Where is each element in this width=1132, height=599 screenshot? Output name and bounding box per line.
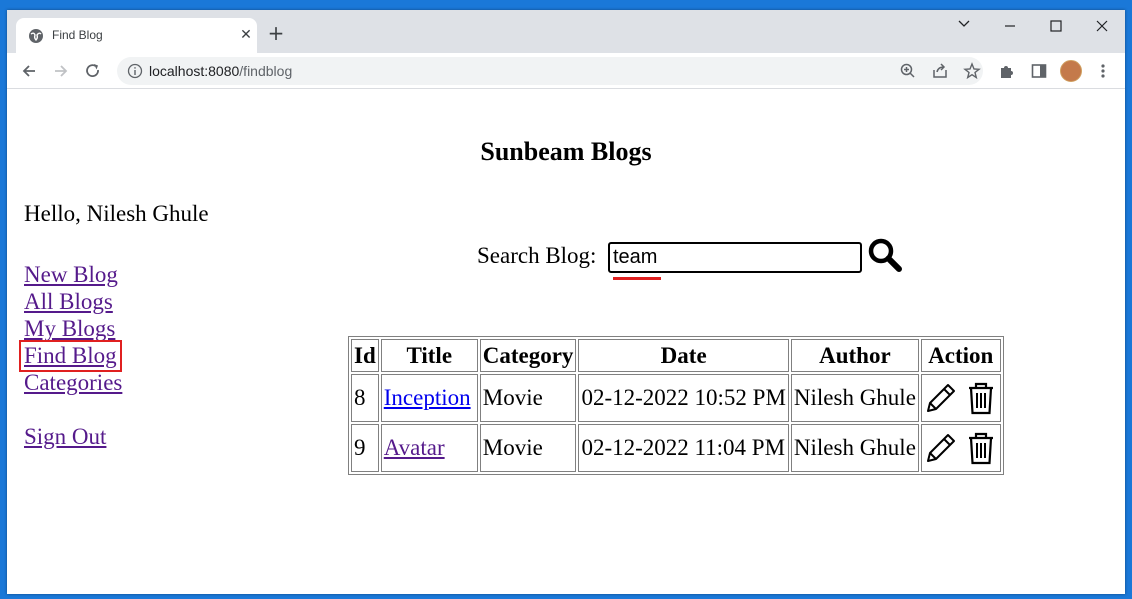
cell-date: 02-12-2022 10:52 PM [578, 374, 789, 422]
blog-title-link[interactable]: Inception [384, 385, 471, 410]
column-header-title: Title [380, 339, 478, 372]
minimize-button[interactable] [987, 10, 1033, 42]
address-bar[interactable]: localhost:8080/findblog [117, 57, 983, 85]
column-header-category: Category [479, 339, 577, 372]
table-header-row: Id Title Category Date Author Action [351, 339, 1001, 372]
forward-arrow-icon[interactable] [52, 62, 70, 80]
cell-id: 9 [351, 424, 379, 472]
column-header-author: Author [790, 339, 919, 372]
globe-icon [29, 29, 43, 43]
cell-category: Movie [479, 374, 577, 422]
trash-icon[interactable] [964, 430, 998, 466]
nav-link-my-blogs[interactable]: My Blogs [24, 316, 115, 342]
column-header-date: Date [578, 339, 789, 372]
maximize-button[interactable] [1033, 10, 1079, 42]
chevron-down-icon [958, 20, 970, 27]
cell-author: Nilesh Ghule [790, 374, 919, 422]
extensions-puzzle-icon[interactable] [998, 62, 1016, 80]
avatar[interactable] [1060, 60, 1082, 82]
greeting-text: Hello, Nilesh Ghule [24, 201, 209, 226]
nav-link-find-blog[interactable]: Find Blog [19, 340, 122, 372]
nav-link-categories[interactable]: Categories [24, 370, 122, 396]
column-header-id: Id [351, 339, 379, 372]
zoom-icon[interactable] [899, 62, 917, 80]
trash-icon[interactable] [964, 380, 998, 416]
close-window-button[interactable] [1079, 10, 1125, 42]
cell-action [920, 374, 1001, 422]
cell-title: Avatar [380, 424, 478, 472]
tab-search-button[interactable] [941, 10, 987, 42]
blog-title-link[interactable]: Avatar [384, 435, 445, 460]
search-icon[interactable] [867, 237, 903, 273]
minimize-icon [1005, 25, 1015, 27]
edit-pencil-icon[interactable] [924, 380, 958, 416]
nav-link-new-blog[interactable]: New Blog [24, 262, 118, 288]
browser-tab[interactable]: Find Blog ✕ [16, 18, 257, 53]
page-content: Sunbeam Blogs Hello, Nilesh Ghule New Bl… [7, 90, 1125, 594]
cell-action [920, 424, 1001, 472]
edit-pencil-icon[interactable] [924, 430, 958, 466]
search-label: Search Blog: [477, 243, 597, 268]
nav-link-sign-out[interactable]: Sign Out [24, 424, 106, 450]
page-title: Sunbeam Blogs [480, 137, 652, 166]
search-input[interactable] [608, 242, 862, 273]
browser-toolbar: localhost:8080/findblog [7, 53, 1125, 89]
cell-category: Movie [479, 424, 577, 472]
url-text: localhost:8080/findblog [149, 63, 292, 79]
info-icon[interactable] [127, 63, 143, 79]
tab-title: Find Blog [52, 28, 103, 42]
tab-strip: Find Blog ✕ + [7, 10, 1125, 53]
column-header-action: Action [920, 339, 1001, 372]
new-tab-button[interactable]: + [266, 23, 286, 44]
cell-id: 8 [351, 374, 379, 422]
more-vert-icon[interactable] [1094, 62, 1112, 80]
cell-title: Inception [380, 374, 478, 422]
cell-date: 02-12-2022 11:04 PM [578, 424, 789, 472]
back-arrow-icon[interactable] [20, 62, 38, 80]
reload-icon[interactable] [84, 62, 102, 80]
cell-author: Nilesh Ghule [790, 424, 919, 472]
nav-link-all-blogs[interactable]: All Blogs [24, 289, 113, 315]
url-host: localhost:8080 [149, 63, 240, 79]
close-icon [1096, 20, 1108, 32]
table-row: 9 Avatar Movie 02-12-2022 11:04 PM Niles… [351, 424, 1001, 472]
spellcheck-underline [613, 277, 661, 280]
blogs-table: Id Title Category Date Author Action 8 I… [348, 336, 1004, 475]
maximize-icon [1050, 20, 1062, 32]
table-row: 8 Inception Movie 02-12-2022 10:52 PM Ni… [351, 374, 1001, 422]
close-icon[interactable]: ✕ [238, 27, 254, 43]
side-panel-icon[interactable] [1030, 62, 1048, 80]
url-path: /findblog [239, 63, 293, 79]
browser-window: Find Blog ✕ + localhost:8080/findblog Su… [7, 10, 1125, 594]
bookmark-star-icon[interactable] [963, 62, 981, 80]
share-icon[interactable] [931, 62, 949, 80]
